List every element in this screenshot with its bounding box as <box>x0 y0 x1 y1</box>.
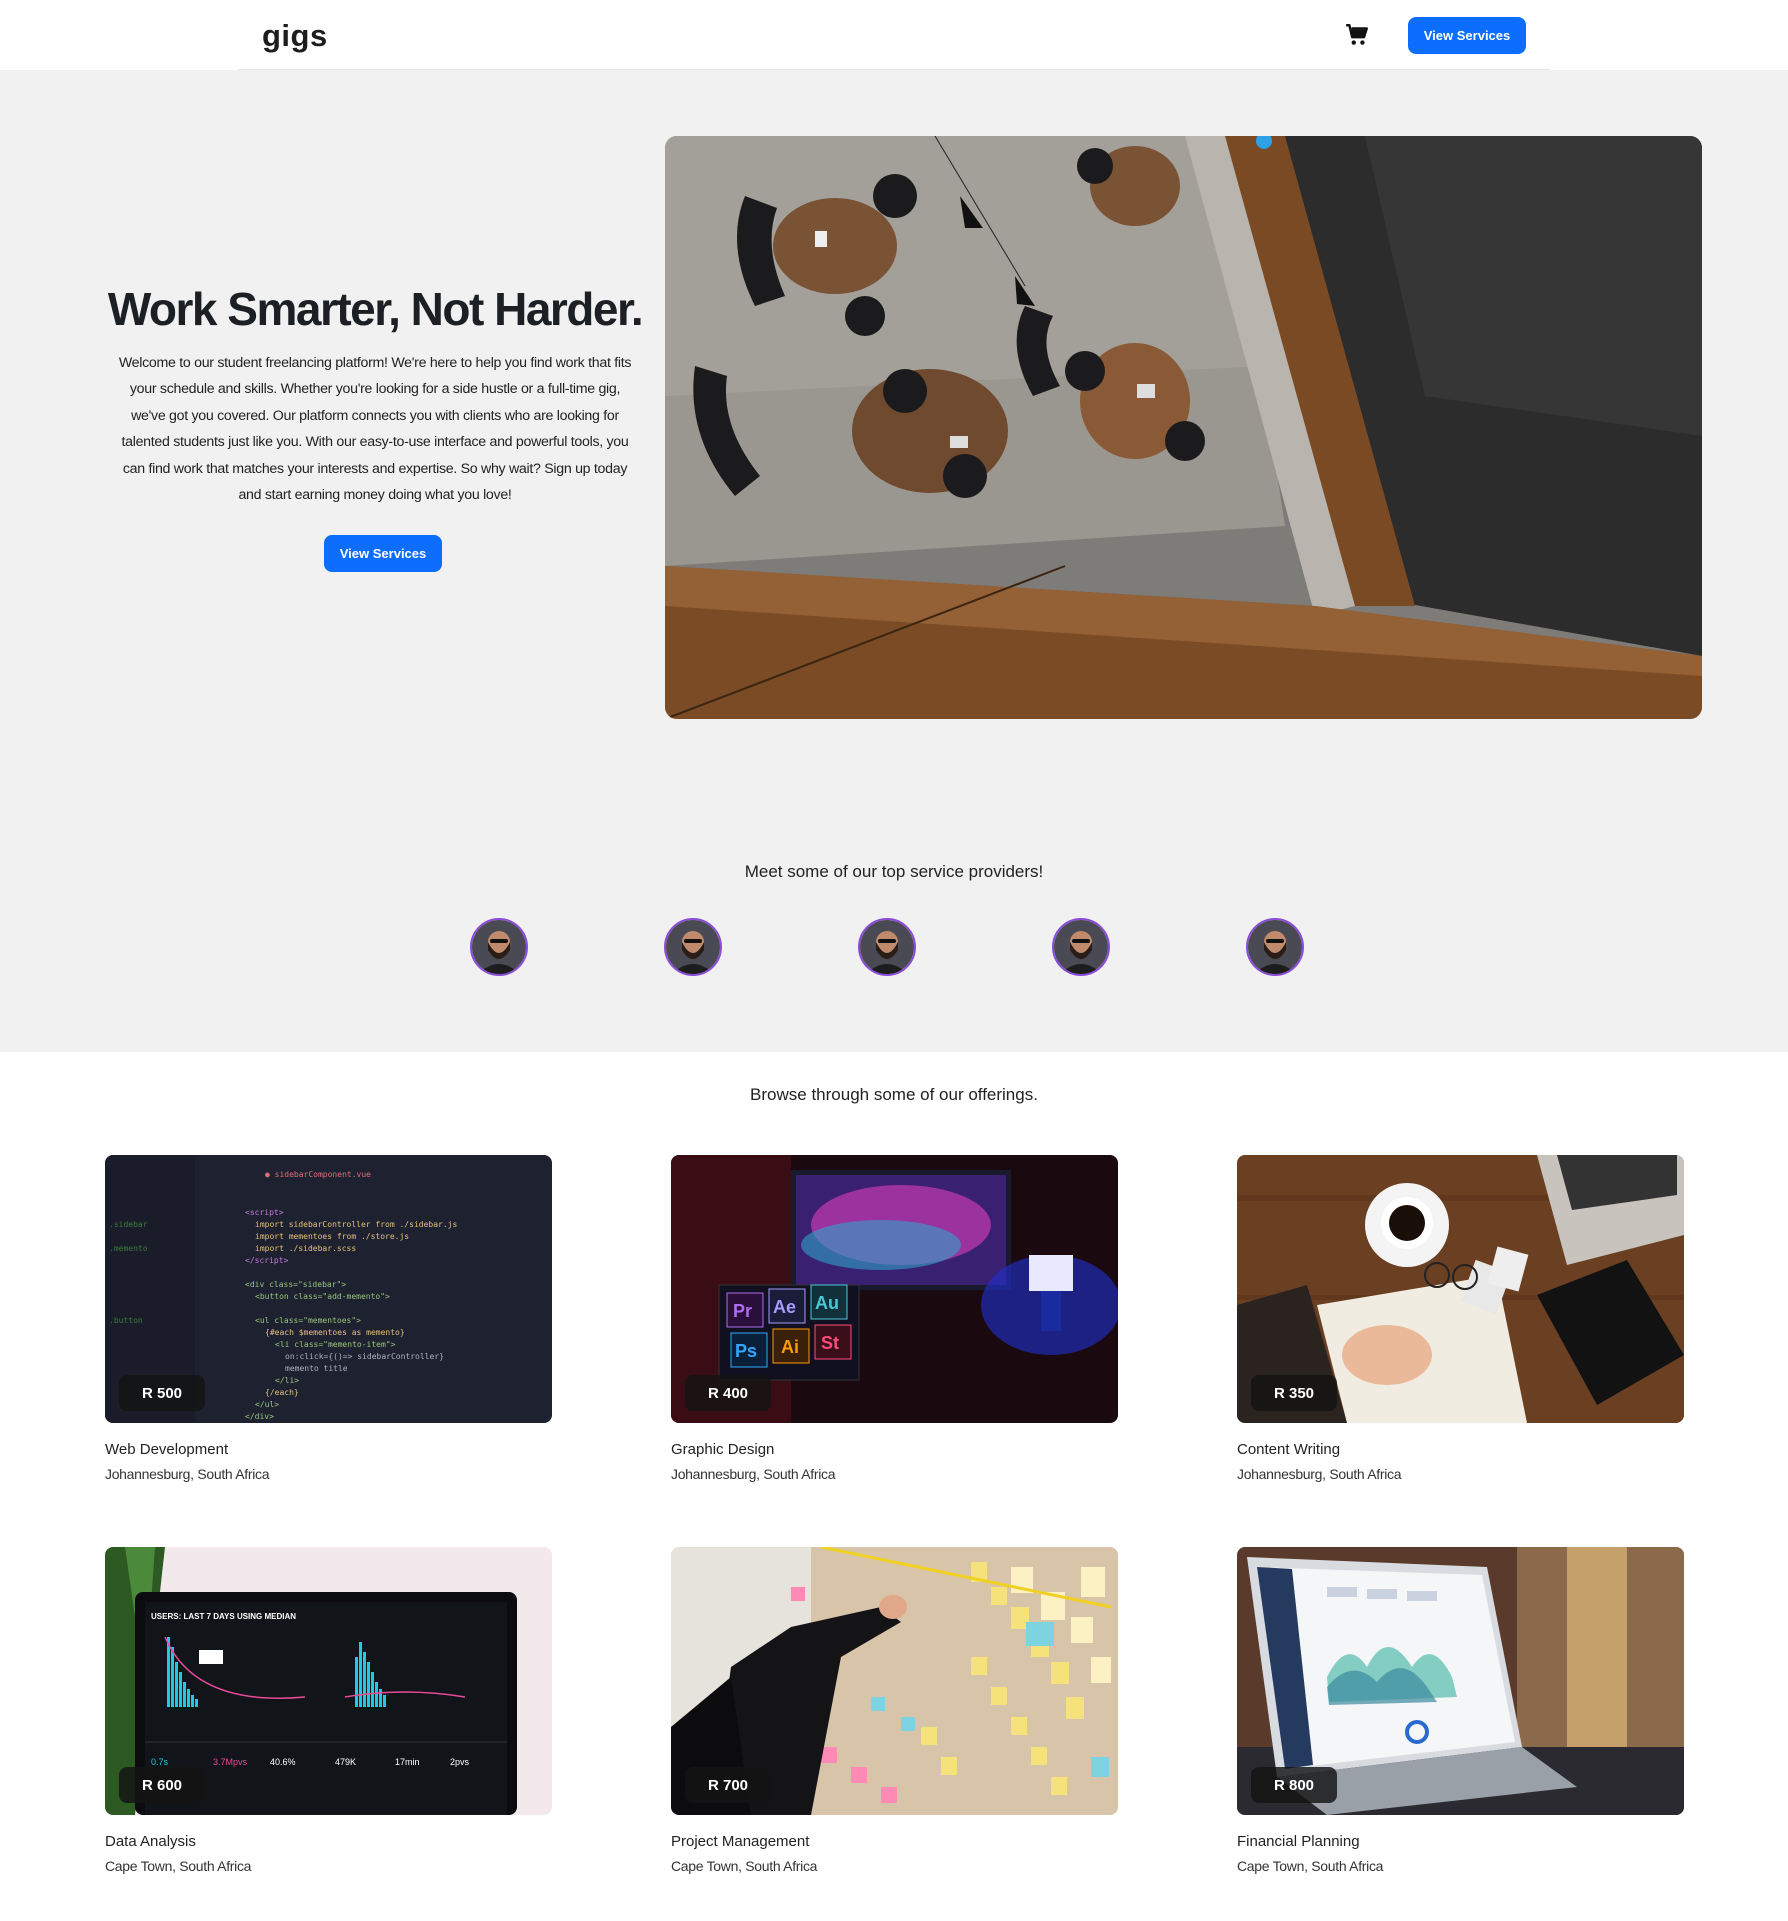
offering-location: Cape Town, South Africa <box>1237 1858 1384 1874</box>
svg-text:{/each}: {/each} <box>265 1388 299 1397</box>
offering-title[interactable]: Content Writing <box>1237 1441 1684 1458</box>
svg-text:<button class="add-memento">: <button class="add-memento"> <box>255 1292 390 1301</box>
offering-location: Cape Town, South Africa <box>671 1858 818 1874</box>
offering-title[interactable]: Graphic Design <box>671 1441 1118 1458</box>
offering-card-financial-planning[interactable]: R 800 Financial Planning Cape Town, Sout… <box>1237 1547 1684 1874</box>
provider-avatar[interactable] <box>664 918 722 976</box>
offering-location: Johannesburg, South Africa <box>671 1466 836 1482</box>
offering-card-web-development[interactable]: ● sidebarComponent.vue <script> import s… <box>105 1155 552 1482</box>
svg-text:● sidebarComponent.vue: ● sidebarComponent.vue <box>265 1170 371 1179</box>
offering-title[interactable]: Data Analysis <box>105 1833 552 1850</box>
provider-avatar[interactable] <box>858 918 916 976</box>
svg-text:USERS: LAST 7 DAYS USING MEDIA: USERS: LAST 7 DAYS USING MEDIAN <box>151 1612 296 1621</box>
cart-icon[interactable] <box>1344 22 1370 48</box>
svg-text:</ul>: </ul> <box>255 1400 279 1409</box>
svg-text:</li>: </li> <box>275 1376 299 1385</box>
providers-title: Meet some of our top service providers! <box>744 862 1044 881</box>
svg-text:.sidebar: .sidebar <box>109 1220 148 1229</box>
offering-image-sticky-notes-board: R 700 <box>671 1547 1118 1815</box>
hero-description: Welcome to our student freelancing platf… <box>118 355 632 504</box>
svg-text:<script>: <script> <box>245 1208 284 1217</box>
offerings-title: Browse through some of our offerings. <box>750 1085 1038 1104</box>
offering-image-design-desk: Pr Ae Au Ps Ai St R 400 <box>671 1155 1118 1423</box>
svg-text:import sidebarController from: import sidebarController from ./sidebar.… <box>255 1220 457 1229</box>
offering-image-laptop-dashboard: R 800 <box>1237 1547 1684 1815</box>
offering-title[interactable]: Financial Planning <box>1237 1833 1684 1850</box>
hero-title: Work Smarter, Not Harder. <box>107 283 644 335</box>
price-badge: R 800 <box>1251 1767 1337 1803</box>
svg-text:3.7Mpvs: 3.7Mpvs <box>213 1757 248 1767</box>
svg-text:</div>: </div> <box>245 1412 274 1421</box>
provider-avatar[interactable] <box>1246 918 1304 976</box>
offering-image-writing-desk: R 350 <box>1237 1155 1684 1423</box>
svg-text:Ai: Ai <box>781 1337 799 1357</box>
price-badge: R 350 <box>1251 1375 1337 1411</box>
svg-text:40.6%: 40.6% <box>270 1757 296 1767</box>
navbar: gigs View Services <box>0 0 1788 70</box>
offering-location: Johannesburg, South Africa <box>105 1466 270 1482</box>
svg-text:Pr: Pr <box>733 1301 752 1321</box>
svg-text:import mementoes from ./store.: import mementoes from ./store.js <box>255 1232 409 1241</box>
price-badge: R 600 <box>119 1767 205 1803</box>
offering-image-code-editor: ● sidebarComponent.vue <script> import s… <box>105 1155 552 1423</box>
svg-text:on:click={()=> sidebarControll: on:click={()=> sidebarController} <box>285 1352 444 1361</box>
svg-text:memento title: memento title <box>285 1364 348 1373</box>
svg-text:{#each $mementoes as memento}: {#each $mementoes as memento} <box>265 1328 405 1337</box>
svg-text:Ae: Ae <box>773 1297 796 1317</box>
brand-logo[interactable]: gigs <box>262 18 328 54</box>
svg-text:<div class="sidebar">: <div class="sidebar"> <box>245 1280 346 1289</box>
hero-image-office-overhead <box>665 136 1702 719</box>
offering-image-analytics-screen: USERS: LAST 7 DAYS USING MEDIAN 0.7s 3.7… <box>105 1547 552 1815</box>
offering-location: Cape Town, South Africa <box>105 1858 252 1874</box>
price-badge: R 400 <box>685 1375 771 1411</box>
offering-card-project-management[interactable]: R 700 Project Management Cape Town, Sout… <box>671 1547 1118 1874</box>
offering-title[interactable]: Project Management <box>671 1833 1118 1850</box>
svg-text:2pvs: 2pvs <box>450 1757 470 1767</box>
offering-card-graphic-design[interactable]: Pr Ae Au Ps Ai St R 400 Graphic Design J… <box>671 1155 1118 1482</box>
price-badge: R 700 <box>685 1767 771 1803</box>
svg-text:17min: 17min <box>395 1757 420 1767</box>
svg-text:Au: Au <box>815 1293 839 1313</box>
svg-text:import ./sidebar.scss: import ./sidebar.scss <box>255 1244 356 1253</box>
nav-view-services-button[interactable]: View Services <box>1408 17 1526 54</box>
navbar-inner: gigs View Services <box>238 0 1550 70</box>
offering-card-content-writing[interactable]: R 350 Content Writing Johannesburg, Sout… <box>1237 1155 1684 1482</box>
svg-text:.memento: .memento <box>109 1244 148 1253</box>
svg-text:Ps: Ps <box>735 1341 757 1361</box>
svg-text:.button: .button <box>109 1316 143 1325</box>
svg-text:</script>: </script> <box>245 1256 289 1265</box>
offering-card-data-analysis[interactable]: USERS: LAST 7 DAYS USING MEDIAN 0.7s 3.7… <box>105 1547 552 1874</box>
svg-text:0.7s: 0.7s <box>151 1757 169 1767</box>
svg-text:479K: 479K <box>335 1757 356 1767</box>
offering-title[interactable]: Web Development <box>105 1441 552 1458</box>
hero-view-services-button[interactable]: View Services <box>324 535 442 572</box>
svg-text:<li class="memento-item">: <li class="memento-item"> <box>275 1340 396 1349</box>
offerings-section: Browse through some of our offerings. ● … <box>0 1052 1788 1921</box>
svg-text:St: St <box>821 1333 839 1353</box>
svg-text:<ul class="mementoes">: <ul class="mementoes"> <box>255 1316 361 1325</box>
provider-avatar[interactable] <box>470 918 528 976</box>
offering-location: Johannesburg, South Africa <box>1237 1466 1402 1482</box>
provider-avatar[interactable] <box>1052 918 1110 976</box>
hero-section: Work Smarter, Not Harder. Welcome to our… <box>0 70 1788 1052</box>
price-badge: R 500 <box>119 1375 205 1411</box>
